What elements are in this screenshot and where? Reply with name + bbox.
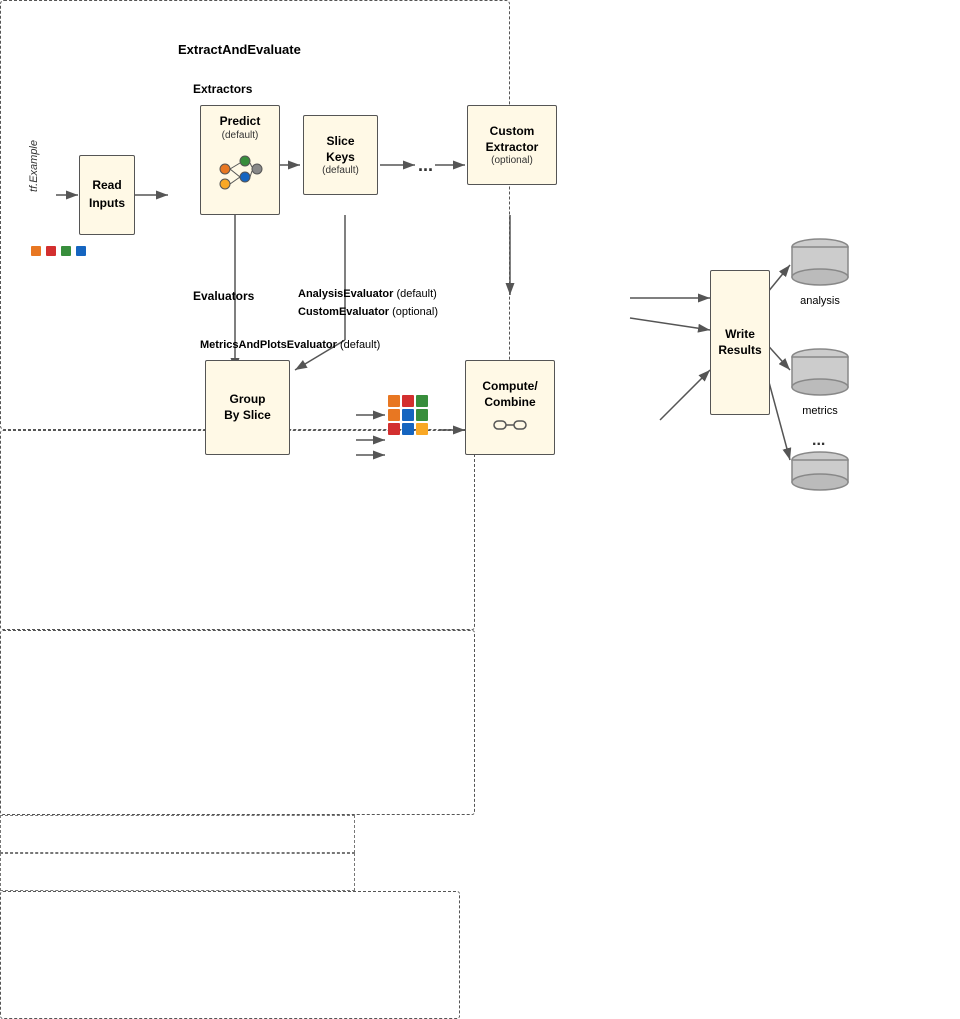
group-by-slice-label: Group xyxy=(230,392,266,408)
evaluators-box xyxy=(0,630,475,815)
analysis-cylinder: analysis xyxy=(790,235,850,307)
predict-box: Predict (default) xyxy=(200,105,280,215)
custom-evaluator-label: CustomEvaluator (optional) xyxy=(298,306,438,318)
read-inputs-label: Read xyxy=(92,178,121,194)
third-cylinder xyxy=(790,450,850,498)
cylinders-ellipsis: ... xyxy=(812,432,825,450)
analysis-evaluator-box xyxy=(0,815,355,853)
compute-combine-label2: Combine xyxy=(484,395,535,411)
metrics-label: metrics xyxy=(790,405,850,417)
analysis-label: analysis xyxy=(790,295,850,307)
custom-evaluator-box xyxy=(0,853,355,891)
slice-keys-label2: Keys xyxy=(326,150,355,166)
write-results-label: Write xyxy=(725,327,755,343)
predict-label: Predict xyxy=(220,114,261,130)
slice-keys-label: Slice xyxy=(326,134,354,150)
color-dots xyxy=(30,245,87,257)
metrics-plots-label: MetricsAndPlotsEvaluator (default) xyxy=(200,339,380,351)
extractors-box xyxy=(0,430,475,630)
write-results-label2: Results xyxy=(718,343,761,359)
group-by-slice-box: Group By Slice xyxy=(205,360,290,455)
metrics-plots-box xyxy=(0,891,460,1019)
group-by-slice-label2: By Slice xyxy=(224,408,271,424)
analysis-evaluator-label: AnalysisEvaluator (default) xyxy=(298,288,437,300)
read-inputs-box: Read Inputs xyxy=(79,155,135,235)
predict-sublabel: (default) xyxy=(222,130,259,141)
custom-extractor-sublabel: (optional) xyxy=(491,155,533,166)
custom-extractor-box: Custom Extractor (optional) xyxy=(467,105,557,185)
read-inputs-label2: Inputs xyxy=(89,196,125,212)
custom-extractor-label2: Extractor xyxy=(486,140,539,156)
metrics-cylinder: metrics xyxy=(790,345,850,417)
grid-icon xyxy=(388,395,428,435)
write-results-box: Write Results xyxy=(710,270,770,415)
extractors-ellipsis: ... xyxy=(418,155,433,176)
extract-evaluate-label: ExtractAndEvaluate xyxy=(178,42,301,57)
slice-keys-box: Slice Keys (default) xyxy=(303,115,378,195)
diagram-container: tf.Example Read Inputs ExtractAndEvaluat… xyxy=(0,0,960,540)
compute-combine-box: Compute/ Combine xyxy=(465,360,555,455)
compute-combine-label: Compute/ xyxy=(482,379,537,395)
extractors-label: Extractors xyxy=(193,82,252,96)
evaluators-label: Evaluators xyxy=(193,289,254,303)
tf-example-label: tf.Example xyxy=(28,140,40,192)
slice-keys-sublabel: (default) xyxy=(322,165,359,176)
custom-extractor-label: Custom xyxy=(490,124,535,140)
